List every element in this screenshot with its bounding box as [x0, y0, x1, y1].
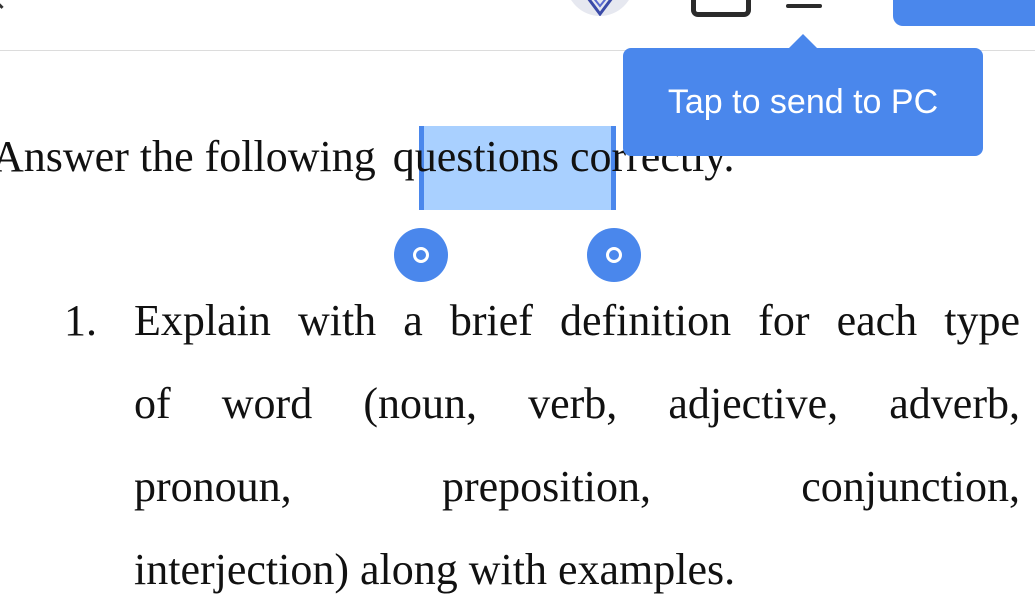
- tooltip-arrow: [788, 34, 818, 49]
- list-item-line-1: Explain with a brief definition for each…: [134, 296, 1020, 345]
- chevron-left-icon[interactable]: [0, 0, 15, 9]
- computer-icon[interactable]: [776, 0, 832, 12]
- top-toolbar: [0, 0, 1035, 51]
- signin-button[interactable]: [893, 0, 1035, 26]
- list-item-line-4: interjection) along with examples.: [134, 545, 736, 594]
- tooltip-label: Tap to send to PC: [667, 82, 939, 121]
- list-item-line-2: of word (noun, verb, adjective, adverb,: [134, 379, 1020, 428]
- selection-handle-start[interactable]: [394, 228, 448, 282]
- instruction-before: Answer the following: [0, 132, 387, 181]
- avatar[interactable]: [566, 0, 634, 16]
- list-number: 1.: [64, 296, 97, 345]
- window-icon[interactable]: [691, 0, 751, 17]
- list-item-line-3: pronoun, preposition, conjunction,: [134, 462, 1020, 511]
- selection-handle-end[interactable]: [587, 228, 641, 282]
- send-to-pc-tooltip[interactable]: Tap to send to PC: [623, 48, 983, 156]
- selected-word[interactable]: questions: [387, 132, 559, 181]
